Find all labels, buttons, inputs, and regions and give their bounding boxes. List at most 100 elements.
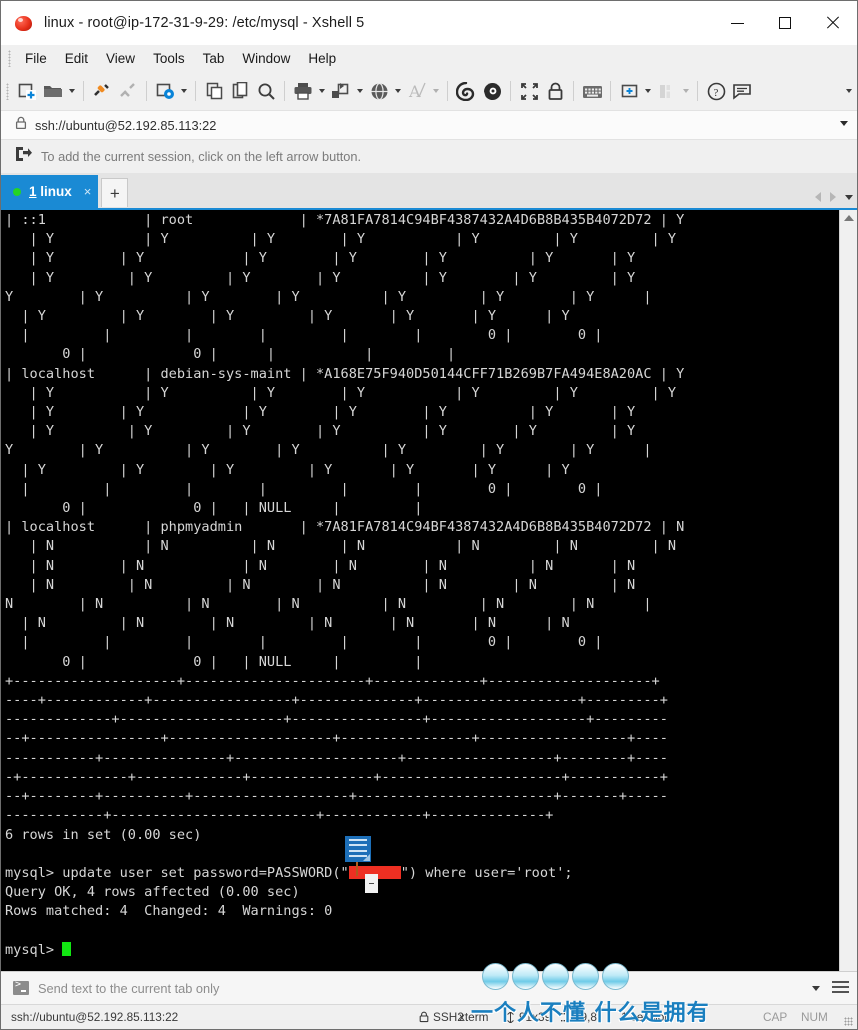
terminal-scrollbar[interactable] <box>839 210 857 971</box>
terminal-line: -----------+---------------+------------… <box>5 749 668 766</box>
status-connection: ssh://ubuntu@52.192.85.113:22 <box>11 1010 179 1024</box>
address-input[interactable]: ssh://ubuntu@52.192.85.113:22 <box>35 118 216 133</box>
menu-tab[interactable]: Tab <box>194 48 234 69</box>
tab-name: linux <box>40 184 72 199</box>
menu-file[interactable]: File <box>16 48 56 69</box>
status-cursor: 39,8 <box>574 1010 597 1024</box>
transfer-file-icon[interactable] <box>328 77 354 105</box>
find-icon[interactable] <box>253 77 279 105</box>
terminal-line: +--------------------+------------------… <box>5 672 660 689</box>
terminal-line: 0 | 0 | | | | <box>5 346 456 363</box>
send-bar-controls <box>812 972 849 1004</box>
help-icon[interactable]: ? <box>703 77 729 105</box>
menu-bar: File Edit View Tools Tab Window Help <box>1 45 857 72</box>
lock-icon[interactable] <box>542 77 568 105</box>
toolbar-separator-9 <box>697 81 698 101</box>
command-prompt-icon <box>13 979 29 995</box>
toolbar-separator <box>83 81 84 101</box>
lock-icon <box>419 1011 429 1023</box>
globe-icon[interactable] <box>366 77 392 105</box>
toolbar-overflow-caret[interactable] <box>843 77 855 105</box>
hamburger-icon[interactable] <box>832 980 849 996</box>
maximize-button[interactable] <box>761 1 809 45</box>
menu-edit[interactable]: Edit <box>56 48 97 69</box>
font-dropdown-caret[interactable] <box>430 77 442 105</box>
terminal-line: | Y | Y | Y | Y | Y | Y | Y <box>5 250 636 267</box>
scrollbar-trough[interactable] <box>840 221 857 971</box>
toolbar-separator-3 <box>195 81 196 101</box>
copy-session-icon[interactable] <box>201 77 227 105</box>
add-layout-dropdown-caret[interactable] <box>642 77 654 105</box>
print-icon[interactable] <box>290 77 316 105</box>
tab-bar: 1 linux × + <box>1 173 857 208</box>
terminal-line: --+----------------+--------------------… <box>5 730 668 747</box>
add-session-icon[interactable] <box>15 146 32 167</box>
terminal-output[interactable]: | ::1 | root | *7A81FA7814C94BF4387432A4… <box>1 210 839 971</box>
toolbar-separator-4 <box>284 81 285 101</box>
terminal-line: | Y | Y | Y | Y | Y | Y | Y <box>5 231 677 248</box>
status-sessions: 1 session <box>621 1010 671 1024</box>
tab-bar-controls <box>815 192 853 202</box>
terminal-line: | N | N | N | N | N | N | N <box>5 557 636 574</box>
chevron-down-icon[interactable] <box>840 121 848 126</box>
svg-text:?: ? <box>713 87 718 99</box>
terminal-line: | Y | Y | Y | Y | Y | Y | Y <box>5 404 636 421</box>
status-size-group: 91x39 <box>506 1010 551 1024</box>
layout-columns-icon <box>654 77 680 105</box>
keyboard-icon[interactable] <box>579 77 605 105</box>
send-text-input[interactable]: Send text to the current tab only <box>38 981 219 996</box>
disconnect-icon <box>115 77 141 105</box>
terminal-line: Rows matched: 4 Changed: 4 Warnings: 0 <box>5 903 333 920</box>
toolbar-overflow[interactable] <box>843 72 855 110</box>
add-layout-icon[interactable] <box>616 77 642 105</box>
status-cursor-group: 39,8 <box>561 1010 597 1024</box>
terminal-line: N | N | N | N | N | N | N | <box>5 596 652 613</box>
send-bar-chevron-down-icon[interactable] <box>812 985 820 991</box>
open-folder-dropdown-caret[interactable] <box>66 77 78 105</box>
size-icon <box>507 1011 514 1023</box>
print-dropdown-caret[interactable] <box>316 77 328 105</box>
paste-icon[interactable] <box>227 77 253 105</box>
terminal-line: mysql> update user set password=PASSWORD… <box>5 864 573 881</box>
menu-grip-handle[interactable] <box>8 50 11 67</box>
tab-list-chevron-down-icon[interactable] <box>845 194 853 200</box>
xftp-icon[interactable] <box>453 77 479 105</box>
terminal-line: mysql> <box>5 941 839 960</box>
session-properties-dropdown-caret[interactable] <box>178 77 190 105</box>
session-properties-icon[interactable] <box>152 77 178 105</box>
new-tab-button[interactable]: + <box>101 178 129 207</box>
chevron-left-icon[interactable] <box>815 192 821 202</box>
xagent-icon[interactable] <box>479 77 505 105</box>
address-bar[interactable]: ssh://ubuntu@52.192.85.113:22 <box>1 110 857 140</box>
fullscreen-icon[interactable] <box>516 77 542 105</box>
connect-icon[interactable] <box>89 77 115 105</box>
menu-tools[interactable]: Tools <box>144 48 194 69</box>
feedback-icon[interactable] <box>729 77 755 105</box>
font-icon[interactable]: A <box>404 77 430 105</box>
new-session-icon[interactable] <box>14 77 40 105</box>
minimize-button[interactable] <box>713 1 761 45</box>
terminal-line: ------------+-------------------------+-… <box>5 807 554 824</box>
menu-help[interactable]: Help <box>299 48 345 69</box>
toolbar-grip-handle[interactable] <box>6 82 9 100</box>
terminal-line: Query OK, 4 rows affected (0.00 sec) <box>5 884 300 901</box>
menu-view[interactable]: View <box>97 48 144 69</box>
chevron-right-icon[interactable] <box>830 192 836 202</box>
transfer-file-dropdown-caret[interactable] <box>354 77 366 105</box>
status-protocol-group: SSH2 <box>419 1010 464 1024</box>
terminal-line: ----+------------+-----------------+----… <box>5 692 668 709</box>
menu-window[interactable]: Window <box>233 48 299 69</box>
toolbar-separator-6 <box>510 81 511 101</box>
terminal-line: | localhost | phpmyadmin | *7A81FA7814C9… <box>5 519 685 536</box>
window-title: linux - root@ip-172-31-9-29: /etc/mysql … <box>44 15 365 31</box>
tab-close-icon[interactable]: × <box>84 185 92 198</box>
close-button[interactable] <box>809 1 857 45</box>
window-controls <box>713 1 857 45</box>
layout-dropdown-caret <box>680 77 692 105</box>
resize-grip-icon[interactable] <box>844 1017 853 1026</box>
open-folder-icon[interactable] <box>40 77 66 105</box>
tab-linux[interactable]: 1 linux × <box>1 175 99 208</box>
send-text-bar[interactable]: Send text to the current tab only <box>1 971 857 1004</box>
globe-dropdown-caret[interactable] <box>392 77 404 105</box>
